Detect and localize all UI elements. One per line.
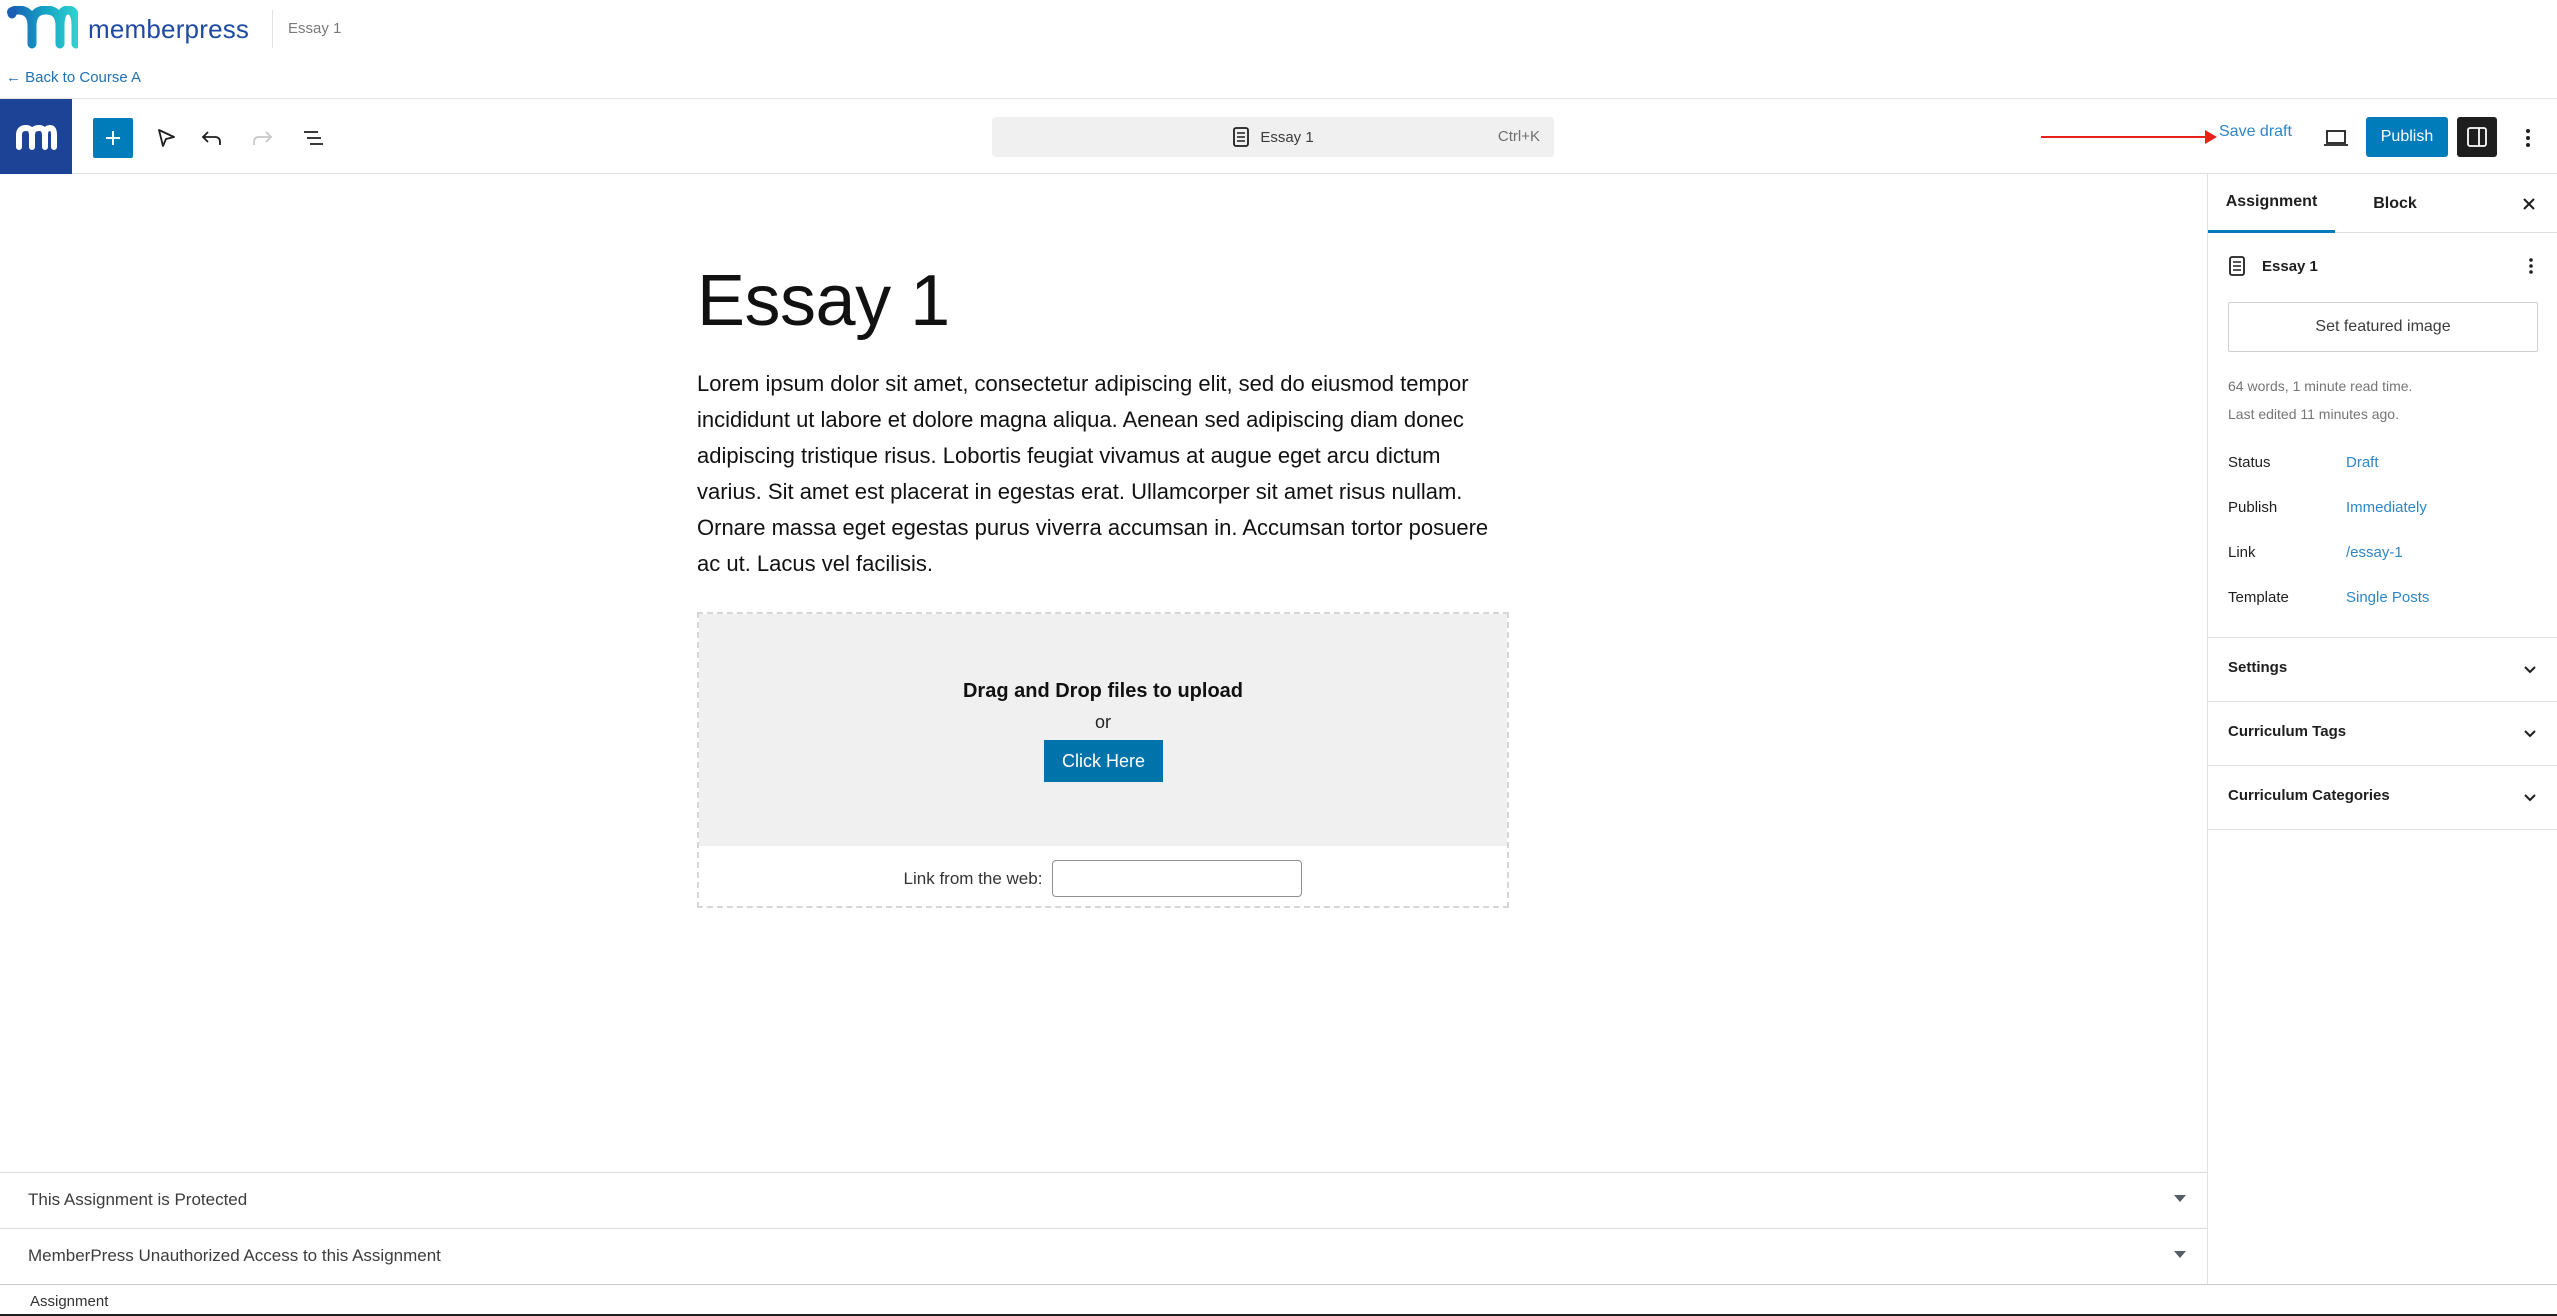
link-value[interactable]: /essay-1: [2346, 544, 2403, 561]
undo-icon: [201, 131, 221, 145]
web-link-input[interactable]: [1052, 860, 1303, 897]
annotation-arrow-line: [2041, 136, 2211, 138]
panel-curriculum-categories[interactable]: Curriculum Categories: [2208, 766, 2557, 829]
close-sidebar-button[interactable]: [2515, 190, 2543, 218]
sidebar-post-title: Essay 1: [2262, 257, 2318, 275]
document-icon: [2229, 256, 2245, 276]
drop-zone-title: Drag and Drop files to upload: [962, 680, 1243, 702]
footer-breadcrumb-bar: Assignment: [0, 1284, 2557, 1316]
panel-title: Curriculum Categories: [2228, 787, 2390, 804]
publish-button[interactable]: Publish: [2366, 117, 2448, 157]
post-actions-button[interactable]: [2519, 252, 2543, 280]
plus-icon: [106, 131, 120, 145]
status-value[interactable]: Draft: [2346, 454, 2379, 471]
editor-toolbar: Essay 1 Ctrl+K Save draft Publish: [0, 98, 2557, 174]
chevron-down-icon: [2524, 730, 2536, 738]
last-edited: Last edited 11 minutes ago.: [2228, 406, 2399, 422]
document-icon: [1233, 127, 1250, 147]
web-link-label: Link from the web:: [903, 868, 1043, 888]
file-upload-block: Drag and Drop files to upload or Click H…: [697, 612, 1509, 908]
vertical-ellipsis-icon: [2529, 258, 2533, 274]
link-label: Link: [2228, 544, 2256, 561]
web-link-row: Link from the web:: [699, 860, 1507, 897]
template-value[interactable]: Single Posts: [2346, 589, 2429, 606]
panel-title: Curriculum Tags: [2228, 723, 2347, 740]
post-meta-info: 64 words, 1 minute read time. Last edite…: [2228, 372, 2412, 428]
caret-down-icon[interactable]: [2174, 1251, 2186, 1258]
metabox-unauthorized-access[interactable]: MemberPress Unauthorized Access to this …: [0, 1228, 2207, 1284]
redo-button[interactable]: [242, 118, 282, 158]
metabox-title: This Assignment is Protected: [28, 1190, 248, 1209]
select-tool-button[interactable]: [146, 118, 186, 158]
sidebar-divider: [2208, 829, 2557, 830]
post-paragraph[interactable]: Lorem ipsum dolor sit amet, consectetur …: [697, 366, 1507, 582]
close-icon: [2523, 198, 2535, 210]
template-row: Template Single Posts: [2228, 589, 2538, 613]
settings-sidebar-toggle[interactable]: [2457, 117, 2497, 157]
redo-icon: [253, 131, 273, 145]
preview-button[interactable]: [2316, 118, 2356, 158]
command-bar-title: Essay 1: [1260, 128, 1314, 146]
undo-button[interactable]: [192, 118, 232, 158]
sidebar-tabs: Assignment Block: [2208, 174, 2557, 233]
status-row: Status Draft: [2228, 454, 2538, 478]
back-to-course-link[interactable]: ← Back to Course A: [6, 69, 141, 86]
publish-value[interactable]: Immediately: [2346, 499, 2427, 516]
cursor-icon: [158, 129, 175, 147]
breadcrumb-item[interactable]: Assignment: [30, 1293, 108, 1310]
click-here-button[interactable]: Click Here: [1044, 740, 1163, 782]
template-label: Template: [2228, 589, 2289, 606]
brand-header: memberpress Essay 1: [0, 0, 2557, 60]
panel-settings[interactable]: Settings: [2208, 638, 2557, 701]
editor-logo-button[interactable]: [0, 99, 72, 174]
publish-row: Publish Immediately: [2228, 499, 2538, 523]
publish-label: Publish: [2228, 499, 2278, 516]
drop-zone[interactable]: Drag and Drop files to upload or Click H…: [699, 614, 1507, 846]
tab-assignment[interactable]: Assignment: [2208, 174, 2335, 233]
brand-page-title: Essay 1: [288, 20, 342, 37]
command-shortcut: Ctrl+K: [1497, 128, 1540, 145]
memberpress-logo-icon: [7, 6, 78, 49]
chevron-down-icon: [2524, 666, 2536, 674]
command-palette-bar[interactable]: Essay 1 Ctrl+K: [992, 117, 1554, 157]
desktop-preview-icon: [2324, 130, 2348, 146]
document-overview-button[interactable]: [293, 118, 333, 158]
metabox-protected[interactable]: This Assignment is Protected: [0, 1172, 2207, 1228]
list-view-icon: [304, 131, 323, 145]
sidebar-icon: [2467, 127, 2487, 147]
add-block-button[interactable]: [93, 118, 133, 158]
set-featured-image-button[interactable]: Set featured image: [2228, 302, 2538, 352]
caret-down-icon[interactable]: [2174, 1195, 2186, 1202]
editor-canvas: Essay 1 Lorem ipsum dolor sit amet, cons…: [0, 174, 2207, 1172]
word-count: 64 words, 1 minute read time.: [2228, 378, 2413, 394]
tab-block[interactable]: Block: [2355, 174, 2435, 233]
panel-curriculum-tags[interactable]: Curriculum Tags: [2208, 702, 2557, 765]
more-options-button[interactable]: [2508, 118, 2548, 158]
panel-title: Settings: [2228, 659, 2288, 676]
sidebar-post-summary: Essay 1: [2228, 252, 2543, 280]
status-label: Status: [2228, 454, 2271, 471]
settings-sidebar: Assignment Block Essay 1 Set featured im…: [2207, 174, 2557, 1284]
brand-separator: [272, 10, 273, 48]
memberpress-m-icon: [16, 124, 57, 150]
drop-zone-or: or: [1094, 712, 1111, 732]
link-row: Link /essay-1: [2228, 544, 2538, 568]
metabox-title: MemberPress Unauthorized Access to this …: [28, 1246, 441, 1265]
save-draft-button[interactable]: Save draft: [2219, 123, 2292, 141]
post-title[interactable]: Essay 1: [697, 260, 950, 342]
annotation-arrow-head-icon: [2205, 130, 2217, 144]
brand-name: memberpress: [88, 14, 250, 44]
vertical-ellipsis-icon: [2526, 129, 2530, 147]
chevron-down-icon: [2524, 794, 2536, 802]
